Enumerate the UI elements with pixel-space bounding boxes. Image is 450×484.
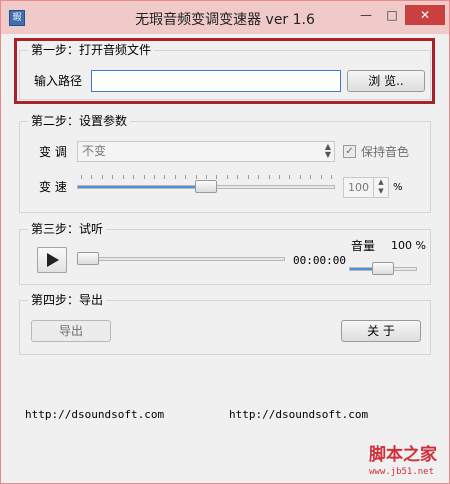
- speed-tick: [268, 175, 270, 179]
- step2-title: 第二步：设置参数: [28, 114, 131, 128]
- speed-tick: [112, 175, 114, 179]
- speed-thumb[interactable]: [195, 180, 217, 193]
- speed-tick: [164, 175, 166, 179]
- play-icon: [47, 253, 59, 267]
- speed-tick: [195, 175, 197, 179]
- step3-title: 第三步：试听: [28, 222, 107, 236]
- speed-tick: [278, 175, 280, 179]
- speed-unit: %: [393, 182, 403, 193]
- time-display: 00:00:00: [293, 254, 346, 267]
- speed-tick: [331, 175, 332, 179]
- speed-tick: [206, 175, 207, 179]
- path-label: 输入路径: [34, 74, 83, 88]
- footer-link-right[interactable]: http://dsoundsoft.com: [229, 409, 368, 421]
- speed-tick: [310, 175, 312, 179]
- close-button[interactable]: ✕: [405, 5, 445, 25]
- watermark-url: www.jb51.net: [369, 467, 435, 477]
- play-button[interactable]: [37, 247, 67, 273]
- tone-label: 变 调: [39, 145, 67, 159]
- step4-title: 第四步：导出: [28, 293, 107, 307]
- speed-tick: [258, 175, 260, 179]
- speed-tick: [153, 175, 155, 179]
- playback-thumb[interactable]: [77, 252, 99, 265]
- spin-arrows-icon[interactable]: ▲ ▼: [373, 178, 388, 197]
- app-window: 瑕 无瑕音频变调变速器 ver 1.6 — □ ✕ 第一步：打开音频文件 输入路…: [0, 0, 450, 484]
- speed-tick: [122, 175, 124, 179]
- speed-tick: [81, 175, 82, 179]
- export-button[interactable]: 导出: [31, 320, 111, 342]
- volume-thumb[interactable]: [372, 262, 394, 275]
- select-arrows-icon: ▲ ▼: [324, 142, 331, 159]
- speed-tick: [174, 175, 176, 179]
- maximize-button[interactable]: □: [379, 5, 405, 25]
- minimize-button[interactable]: —: [353, 5, 379, 25]
- keep-tone-checkbox[interactable]: ✓: [343, 145, 356, 158]
- speed-tick: [247, 175, 249, 179]
- title-bar[interactable]: 瑕 无瑕音频变调变速器 ver 1.6 — □ ✕: [1, 1, 449, 34]
- speed-tick: [101, 175, 103, 179]
- speed-tick: [143, 175, 145, 179]
- volume-value: 100 %: [391, 239, 426, 252]
- playback-track[interactable]: [77, 257, 285, 261]
- speed-tick: [320, 175, 322, 179]
- speed-label: 变 速: [39, 180, 67, 194]
- tone-select[interactable]: 不变 ▲ ▼: [77, 141, 335, 162]
- path-input[interactable]: [91, 70, 341, 92]
- footer-link-left[interactable]: http://dsoundsoft.com: [25, 409, 164, 421]
- speed-tick: [133, 175, 135, 179]
- speed-value: 100: [348, 181, 369, 194]
- speed-tick: [289, 175, 291, 179]
- step2-group: 第二步：设置参数: [19, 114, 431, 213]
- volume-label: 音量: [351, 239, 376, 253]
- tone-select-value: 不变: [82, 144, 107, 158]
- speed-tick: [216, 175, 218, 179]
- speed-tick: [185, 175, 187, 179]
- speed-tick: [237, 175, 239, 179]
- keep-tone-label: 保持音色: [361, 145, 410, 159]
- speed-tick: [226, 175, 228, 179]
- speed-tick: [299, 175, 301, 179]
- speed-fill: [78, 186, 207, 188]
- watermark-logo: 脚本之家: [369, 445, 437, 465]
- speed-tick: [91, 175, 93, 179]
- browse-button[interactable]: 浏 览..: [347, 70, 425, 92]
- about-button[interactable]: 关 于: [341, 320, 421, 342]
